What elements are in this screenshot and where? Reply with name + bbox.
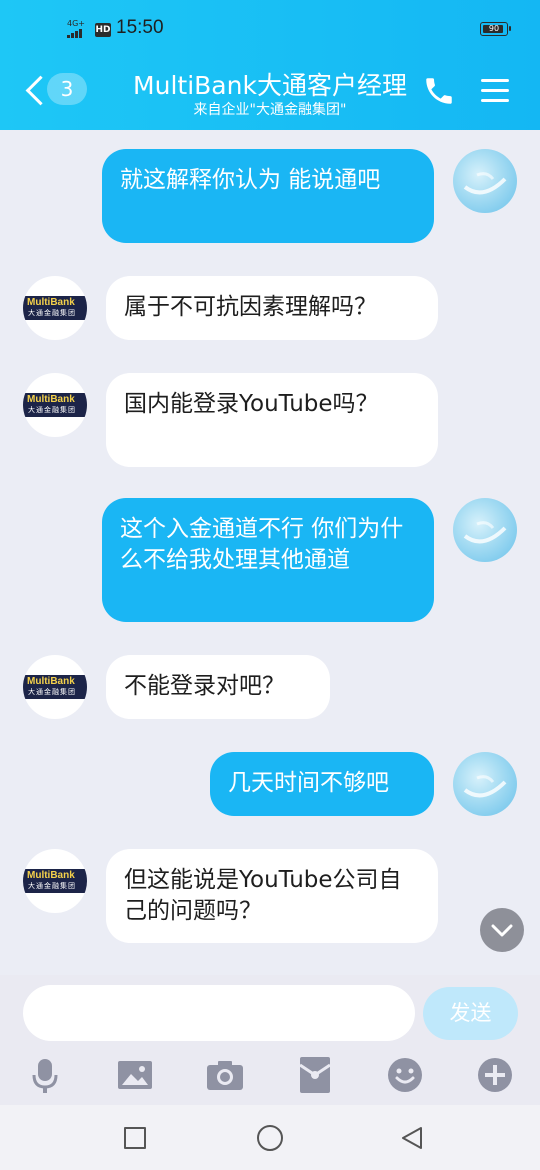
my-avatar[interactable] <box>453 752 517 816</box>
signal-icon: 4G+ <box>67 19 93 39</box>
emoji-button[interactable] <box>383 1053 427 1097</box>
image-icon <box>118 1061 152 1089</box>
logo-subtext: 大通金融集团 <box>28 406 76 414</box>
composer: 发送 <box>0 975 540 1105</box>
camera-button[interactable] <box>203 1053 247 1097</box>
menu-button[interactable] <box>478 74 512 108</box>
message-bubble-agent[interactable]: 但这能说是YouTube公司自己的问题吗？ <box>106 849 438 943</box>
logo-text: MultiBank <box>27 870 75 881</box>
emoji-icon <box>388 1058 422 1092</box>
menu-icon-line <box>481 89 509 92</box>
avatar-swirl-icon <box>463 172 507 195</box>
network-type: 4G+ <box>67 19 85 28</box>
logo-subtext: 大通金融集团 <box>28 309 76 317</box>
multibank-logo: MultiBank 大通金融集团 <box>23 296 87 320</box>
battery-percent: 90 <box>488 24 500 33</box>
multibank-logo: MultiBank 大通金融集团 <box>23 393 87 417</box>
message-list[interactable]: 就这解释你认为 能说通吧 MultiBank 大通金融集团 属于不可抗因素理解吗… <box>0 130 540 970</box>
chat-title: MultiBank大通客户经理 <box>133 71 407 100</box>
multibank-logo: MultiBank 大通金融集团 <box>23 675 87 699</box>
red-packet-icon <box>299 1057 331 1093</box>
logo-text: MultiBank <box>27 297 75 308</box>
more-button[interactable] <box>473 1053 517 1097</box>
logo-subtext: 大通金融集团 <box>28 882 76 890</box>
chevron-down-icon <box>491 924 513 937</box>
status-bar: 4G+ HD 15:50 90 <box>0 0 540 60</box>
my-avatar[interactable] <box>453 149 517 213</box>
hd-badge: HD <box>95 23 111 37</box>
agent-avatar[interactable]: MultiBank 大通金融集团 <box>23 655 87 719</box>
menu-icon <box>481 79 509 82</box>
chat-header: 4G+ HD 15:50 90 3 MultiBank大通客户经理 来自企业"大… <box>0 0 540 130</box>
plus-icon <box>478 1058 512 1092</box>
message-text: 就这解释你认为 能说通吧 <box>120 167 381 193</box>
agent-avatar[interactable]: MultiBank 大通金融集团 <box>23 276 87 340</box>
logo-subtext: 大通金融集团 <box>28 688 76 696</box>
message-bubble-agent[interactable]: 国内能登录YouTube吗？ <box>106 373 438 467</box>
avatar-swirl-icon <box>463 521 507 544</box>
voice-button[interactable] <box>23 1053 67 1097</box>
avatar-swirl-icon <box>463 775 507 798</box>
clock: 15:50 <box>116 17 164 38</box>
message-text: 几天时间不够吧 <box>228 770 389 796</box>
phone-call-button[interactable] <box>422 74 456 108</box>
agent-avatar[interactable]: MultiBank 大通金融集团 <box>23 849 87 913</box>
message-text: 国内能登录YouTube吗？ <box>124 391 379 417</box>
scroll-to-bottom-button[interactable] <box>480 908 524 952</box>
microphone-icon <box>32 1059 58 1093</box>
message-input[interactable] <box>23 985 415 1041</box>
phone-icon <box>426 78 452 104</box>
message-bubble-mine[interactable]: 几天时间不够吧 <box>210 752 434 816</box>
agent-avatar[interactable]: MultiBank 大通金融集团 <box>23 373 87 437</box>
red-packet-button[interactable] <box>293 1053 337 1097</box>
message-text: 不能登录对吧？ <box>124 673 285 699</box>
logo-text: MultiBank <box>27 676 75 687</box>
menu-icon-line <box>481 99 509 102</box>
home-button[interactable] <box>257 1125 283 1151</box>
message-text: 但这能说是YouTube公司自己的问题吗？ <box>124 867 402 924</box>
battery-icon: 90 <box>480 22 511 36</box>
message-bubble-agent[interactable]: 属于不可抗因素理解吗？ <box>106 276 438 340</box>
chat-subtitle: 来自企业"大通金融集团" <box>193 102 347 118</box>
multibank-logo: MultiBank 大通金融集团 <box>23 869 87 893</box>
photo-button[interactable] <box>113 1053 157 1097</box>
message-bubble-agent[interactable]: 不能登录对吧？ <box>106 655 330 719</box>
recent-apps-button[interactable] <box>124 1127 146 1149</box>
system-back-button[interactable] <box>399 1125 425 1151</box>
triangle-back-icon <box>402 1127 422 1149</box>
message-bubble-mine[interactable]: 就这解释你认为 能说通吧 <box>102 149 434 243</box>
send-button[interactable]: 发送 <box>423 987 518 1040</box>
message-text: 这个入金通道不行 你们为什么不给我处理其他通道 <box>120 516 404 573</box>
camera-icon <box>207 1061 243 1090</box>
my-avatar[interactable] <box>453 498 517 562</box>
logo-text: MultiBank <box>27 394 75 405</box>
message-text: 属于不可抗因素理解吗？ <box>124 294 377 320</box>
message-bubble-mine[interactable]: 这个入金通道不行 你们为什么不给我处理其他通道 <box>102 498 434 622</box>
system-navigation-bar <box>0 1105 540 1170</box>
composer-toolbar <box>0 1053 540 1099</box>
